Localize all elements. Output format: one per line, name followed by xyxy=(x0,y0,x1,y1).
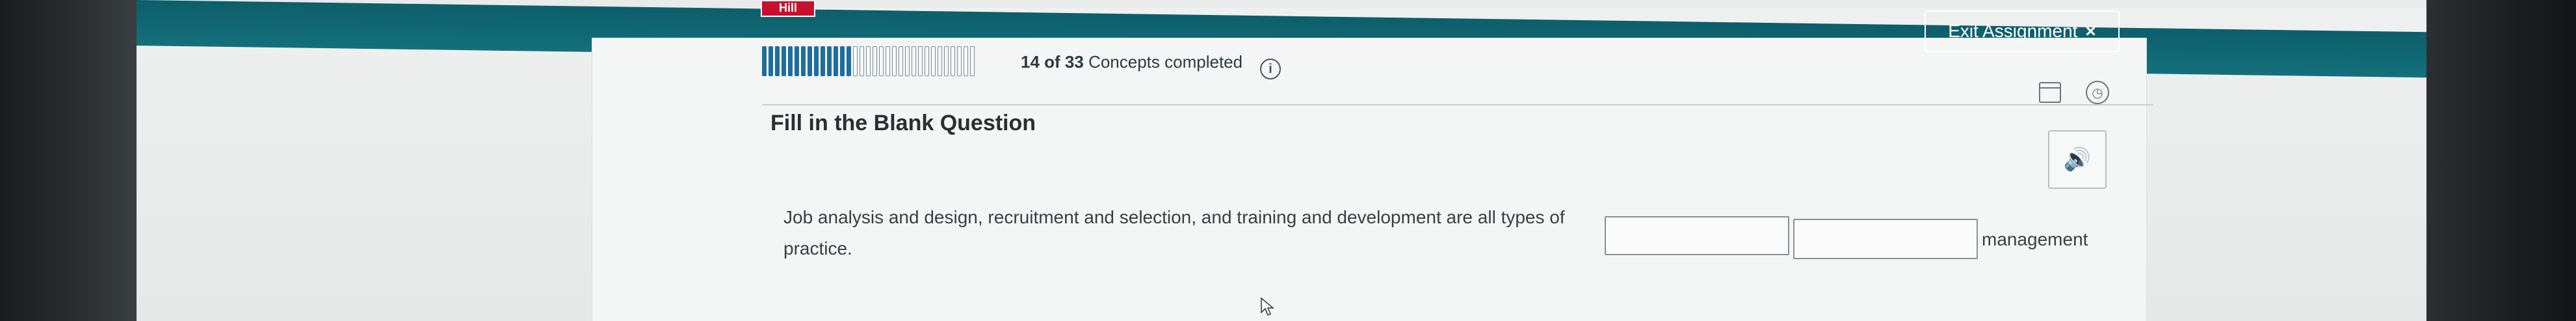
progress-segment-complete xyxy=(801,46,806,76)
progress-count: 14 of 33 xyxy=(1021,52,1084,72)
progress-segment-complete xyxy=(847,46,851,76)
blank-input-1[interactable] xyxy=(1605,216,1789,255)
progress-segment-incomplete xyxy=(944,46,949,76)
progress-segment-complete xyxy=(762,46,767,76)
progress-segment-incomplete xyxy=(951,46,955,76)
screen: Hill Exit Assignment × 14 of 33 Concepts… xyxy=(137,0,2428,321)
progress-segment-incomplete xyxy=(970,46,975,76)
blank-input-2[interactable] xyxy=(1793,219,1978,259)
question-type-title: Fill in the Blank Question xyxy=(770,111,1036,135)
question-text-part1: Job analysis and design, recruitment and… xyxy=(783,207,1565,227)
monitor-bezel-right xyxy=(2426,0,2576,321)
question-text-part3: practice. xyxy=(783,238,852,258)
progress-segment-complete xyxy=(769,46,773,76)
monitor-bezel-left xyxy=(0,0,140,321)
progress-segment-incomplete xyxy=(964,46,968,76)
progress-segment-incomplete xyxy=(886,46,890,76)
progress-segment-incomplete xyxy=(866,46,871,76)
read-aloud-button[interactable]: 🔊 xyxy=(2048,130,2107,189)
progress-segment-complete xyxy=(814,46,819,76)
speaker-icon: 🔊 xyxy=(2063,147,2092,172)
mouse-cursor-icon xyxy=(1261,297,1274,316)
header-divider xyxy=(762,104,2153,105)
concept-progress-bar xyxy=(762,46,1009,77)
progress-suffix: Concepts completed xyxy=(1088,52,1243,72)
progress-label: 14 of 33 Concepts completed xyxy=(1021,52,1242,72)
question-card xyxy=(592,38,2147,321)
progress-segment-complete xyxy=(788,46,793,76)
progress-segment-incomplete xyxy=(925,46,929,76)
progress-segment-incomplete xyxy=(931,46,936,76)
progress-segment-complete xyxy=(782,46,786,76)
calendar-icon[interactable] xyxy=(2039,82,2061,103)
progress-segment-incomplete xyxy=(912,46,916,76)
progress-segment-complete xyxy=(834,46,838,76)
progress-segment-incomplete xyxy=(938,46,942,76)
info-icon[interactable]: i xyxy=(1260,59,1281,79)
progress-segment-incomplete xyxy=(957,46,962,76)
progress-segment-incomplete xyxy=(899,46,903,76)
progress-segment-complete xyxy=(808,46,812,76)
progress-segment-incomplete xyxy=(892,46,897,76)
progress-segment-complete xyxy=(821,46,825,76)
exit-assignment-button[interactable]: Exit Assignment × xyxy=(1925,10,2120,52)
exit-assignment-label: Exit Assignment xyxy=(1948,21,2078,41)
progress-segment-complete xyxy=(775,46,780,76)
progress-segment-incomplete xyxy=(853,46,858,76)
progress-segment-complete xyxy=(795,46,799,76)
progress-segment-complete xyxy=(840,46,845,76)
progress-segment-incomplete xyxy=(860,46,864,76)
clock-icon[interactable]: ◷ xyxy=(2086,81,2109,104)
progress-segment-incomplete xyxy=(918,46,923,76)
question-text-part2: management xyxy=(1982,229,2088,249)
progress-segment-incomplete xyxy=(905,46,910,76)
progress-segment-complete xyxy=(827,46,832,76)
close-icon: × xyxy=(2085,21,2096,41)
progress-segment-incomplete xyxy=(873,46,877,76)
brand-logo: Hill xyxy=(761,0,815,17)
progress-segment-incomplete xyxy=(879,46,884,76)
